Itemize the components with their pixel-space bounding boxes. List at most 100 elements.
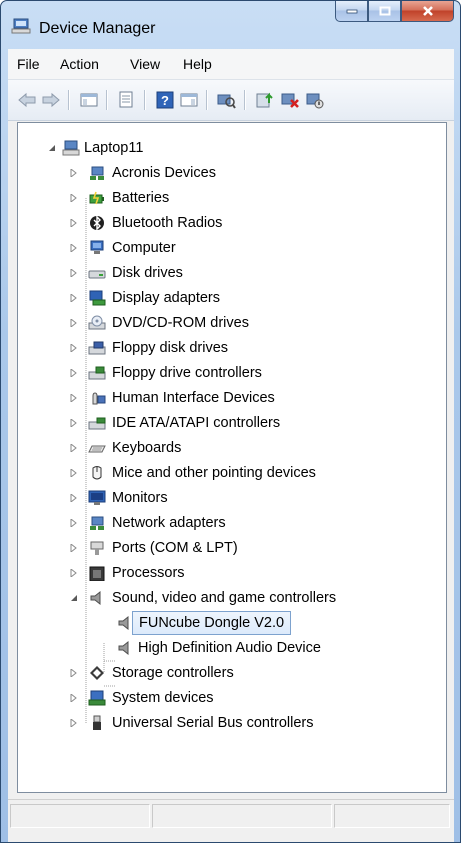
tree-item-dvd-cd-rom-drives[interactable]: DVD/CD-ROM drives [18,311,438,335]
display-adapter-icon [89,290,106,306]
tree-item-label: Ports (COM & LPT) [112,540,238,556]
expand-icon[interactable] [70,194,78,202]
expand-icon[interactable] [70,544,78,552]
expand-icon[interactable] [70,444,78,452]
title-bar[interactable]: Device Manager [1,1,460,43]
speaker-icon [118,640,129,656]
help-button[interactable]: ? [154,89,176,111]
scan-hardware-icon [217,94,236,109]
disable-button[interactable] [304,89,326,111]
forward-button[interactable] [40,89,62,111]
expand-icon[interactable] [70,669,78,677]
expand-icon[interactable] [70,569,78,577]
expand-icon[interactable] [70,694,78,702]
uninstall-button[interactable] [279,89,301,111]
tree-item-acronis-devices[interactable]: Acronis Devices [18,161,438,185]
expand-icon[interactable] [70,319,78,327]
update-driver-button[interactable] [254,89,276,111]
back-button[interactable] [16,89,38,111]
expand-icon[interactable] [70,219,78,227]
tree-item-floppy-disk-drives[interactable]: Floppy disk drives [18,336,438,360]
expand-icon[interactable] [70,419,78,427]
floppy-controller-icon [88,366,106,380]
tree-item-label: Keyboards [112,440,182,456]
tree-root-laptop11[interactable]: Laptop11 [18,136,438,160]
status-panel-3 [334,804,450,828]
tree-item-label: DVD/CD-ROM drives [112,315,249,331]
svg-text:?: ? [161,93,169,108]
minimize-button[interactable] [335,1,368,22]
tree-item-label: Floppy disk drives [112,340,229,356]
device-tree[interactable]: Laptop11 Acronis Devices Batteries Bluetoo… [17,122,447,793]
expand-icon[interactable] [70,519,78,527]
disable-icon [306,93,324,109]
expand-icon[interactable] [70,494,78,502]
menu-view[interactable]: View [130,56,160,72]
tree-item-sound-video-and-game-controllers[interactable]: Sound, video and game controllers [18,586,438,610]
dvd-drive-icon [88,315,106,330]
close-icon [422,6,433,16]
tree-item-display-adapters[interactable]: Display adapters [18,286,438,310]
ide-controller-icon [88,417,106,430]
action-pane-button[interactable] [178,89,200,111]
scan-hardware-button[interactable] [215,89,237,111]
expand-icon[interactable] [70,719,78,727]
tree-item-ide-ata-atapi-controllers[interactable]: IDE ATA/ATAPI controllers [18,411,438,435]
menu-file[interactable]: File [17,56,40,72]
tree-item-universal-serial-bus-controllers[interactable]: Universal Serial Bus controllers [18,711,438,735]
expand-icon[interactable] [70,294,78,302]
monitor-icon [88,490,106,505]
tree-item-ports-com-lpt[interactable]: Ports (COM & LPT) [18,536,438,560]
tree-item-batteries[interactable]: Batteries [18,186,438,210]
tree-item-label: Computer [112,240,176,256]
expand-icon[interactable] [70,169,78,177]
tree-item-bluetooth-radios[interactable]: Bluetooth Radios [18,211,438,235]
collapse-icon[interactable] [70,594,78,602]
bluetooth-icon [90,215,104,231]
expand-icon[interactable] [70,469,78,477]
console-tree-button[interactable] [78,89,100,111]
window-title: Device Manager [39,20,156,37]
back-arrow-icon [18,92,36,108]
toolbar: ? [8,80,454,121]
tree-item-label: Mice and other pointing devices [112,465,316,481]
tree-item-computer[interactable]: Computer [18,236,438,260]
tree-device-high-definition-audio-device[interactable]: High Definition Audio Device [18,636,438,660]
tree-item-human-interface-devices[interactable]: Human Interface Devices [18,386,438,410]
tree-item-label: System devices [112,690,214,706]
expand-icon[interactable] [70,369,78,377]
tree-item-monitors[interactable]: Monitors [18,486,438,510]
tree-device-funcube-dongle-v2-0[interactable]: FUNcube Dongle V2.0 [18,611,438,635]
status-panel-2 [152,804,332,828]
usb-icon [93,715,101,730]
properties-button[interactable] [115,89,137,111]
expand-icon[interactable] [70,344,78,352]
tree-item-floppy-drive-controllers[interactable]: Floppy drive controllers [18,361,438,385]
expand-icon[interactable] [70,244,78,252]
tree-item-label: Disk drives [112,265,183,281]
tree-item-label: Network adapters [112,515,226,531]
tree-item-mice-and-other-pointing-devices[interactable]: Mice and other pointing devices [18,461,438,485]
tree-item-disk-drives[interactable]: Disk drives [18,261,438,285]
port-icon [90,541,104,555]
menu-bar: File Action View Help [8,49,454,80]
tree-item-label: IDE ATA/ATAPI controllers [112,415,281,431]
tree-item-label: Bluetooth Radios [112,215,223,231]
tree-root-label: Laptop11 [84,140,144,156]
disk-drive-icon [88,270,106,279]
expand-icon[interactable] [70,394,78,402]
expand-icon[interactable] [70,269,78,277]
speaker-icon [90,590,101,606]
maximize-button[interactable] [368,1,401,22]
tree-item-system-devices[interactable]: System devices [18,686,438,710]
computer-icon [62,140,80,156]
menu-action[interactable]: Action [60,56,99,72]
status-bar [8,799,454,830]
tree-item-storage-controllers[interactable]: Storage controllers [18,661,438,685]
tree-item-keyboards[interactable]: Keyboards [18,436,438,460]
tree-item-label: Universal Serial Bus controllers [112,715,314,731]
menu-help[interactable]: Help [183,56,212,72]
tree-item-processors[interactable]: Processors [18,561,438,585]
close-button[interactable] [401,1,454,22]
tree-item-network-adapters[interactable]: Network adapters [18,511,438,535]
